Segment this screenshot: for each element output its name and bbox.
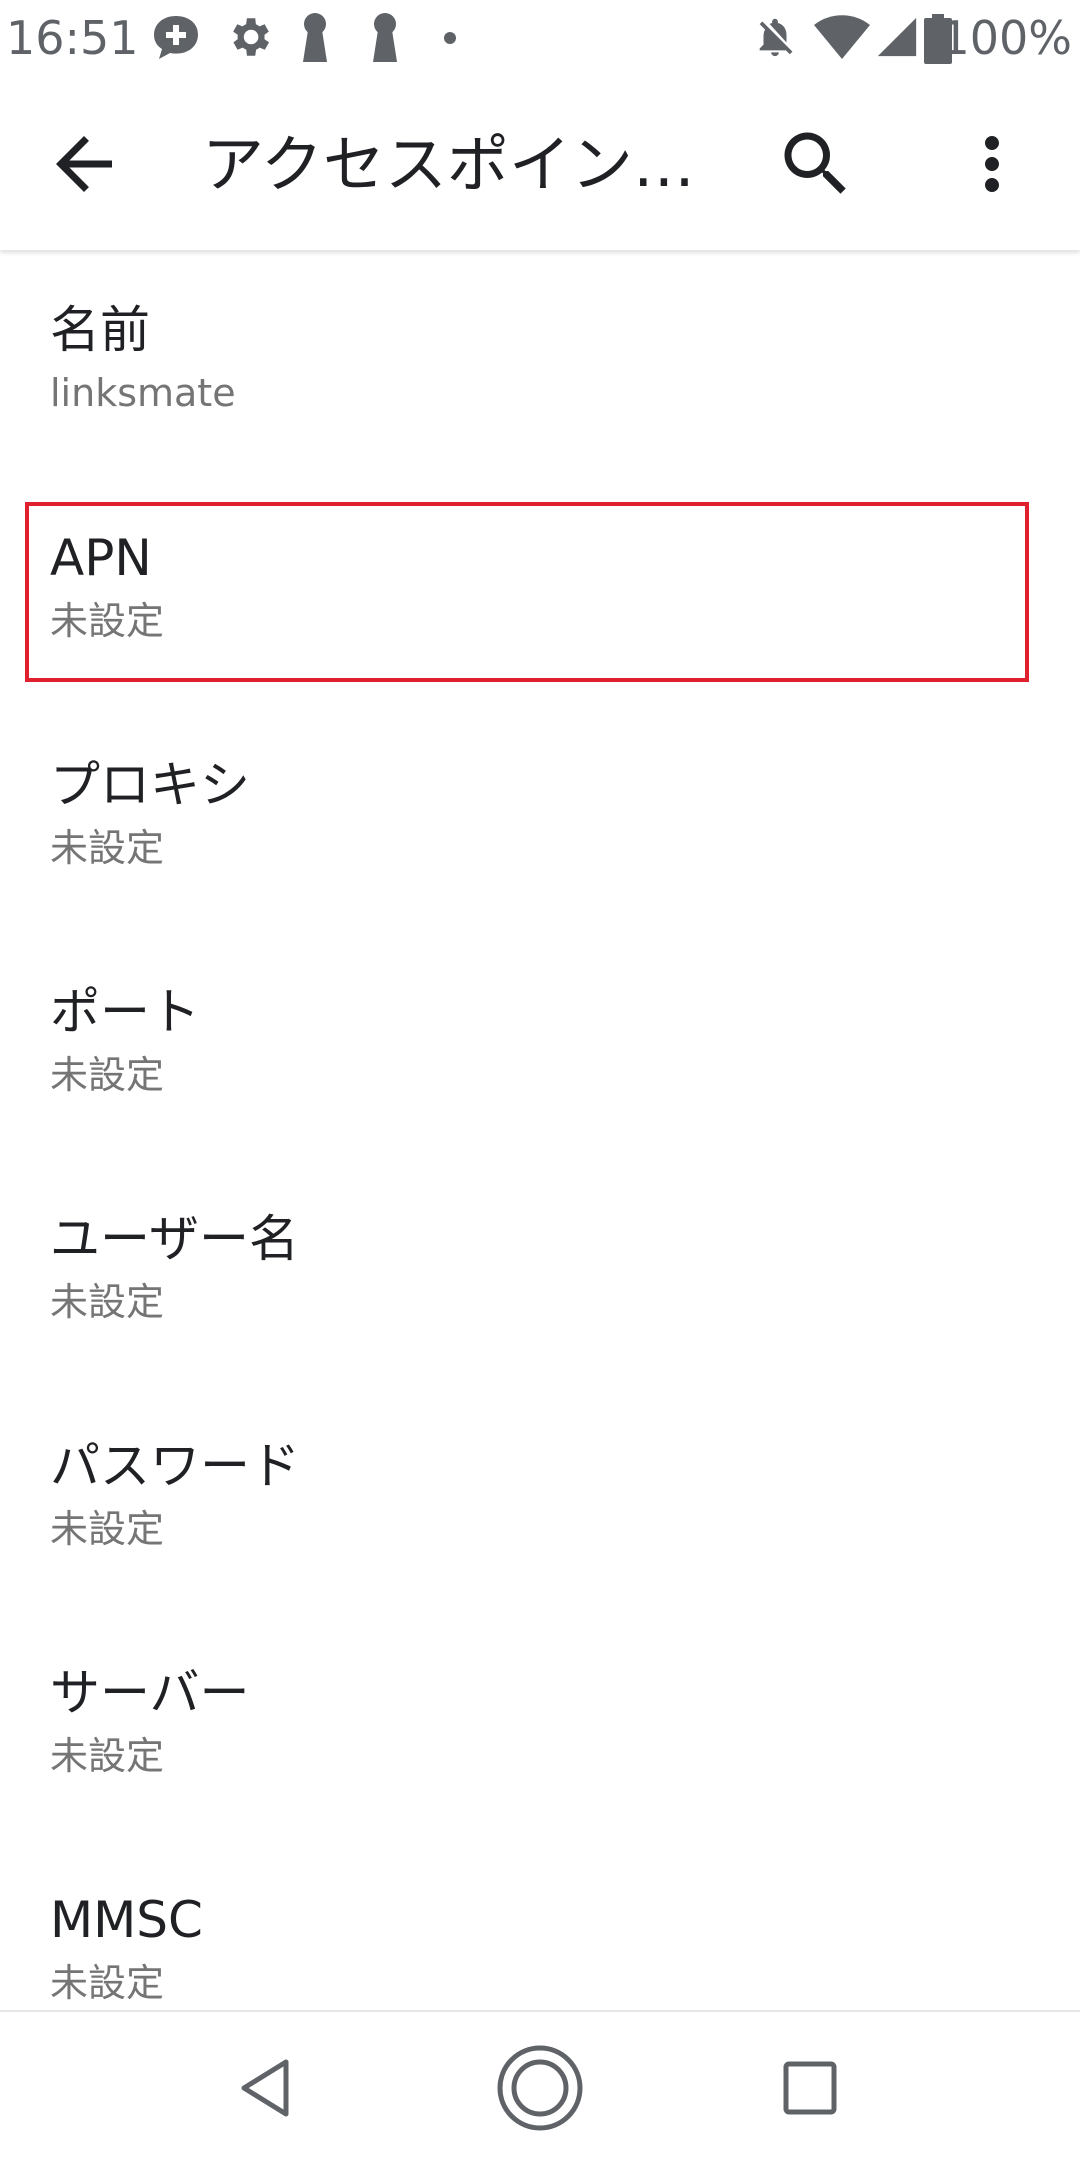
more-vert-icon [985,136,999,192]
gear-icon [233,18,269,56]
item-summary: 未設定 [50,1280,165,1324]
bell-off-icon [759,18,793,57]
item-summary: 未設定 [50,1507,165,1551]
search-button[interactable] [774,122,858,206]
list-item-name[interactable]: 名前 linksmate [0,250,1080,476]
status-right-icons: 100% [752,8,1072,68]
nav-recents-button[interactable] [762,2040,858,2136]
item-title: プロキシ [50,756,250,814]
item-title: サーバー [50,1664,250,1722]
status-time: 16:51 [6,11,139,65]
nav-recents-icon [783,2061,837,2115]
list-item-mmsc[interactable]: MMSC 未設定 [0,1840,1080,2010]
back-button[interactable] [42,122,126,206]
list-item-server[interactable]: サーバー 未設定 [0,1613,1080,1839]
item-title: 名前 [50,301,150,359]
wifi-icon [814,15,870,59]
item-title: パスワード [50,1437,300,1495]
apn-settings-list: 名前 linksmate APN 未設定 プロキシ 未設定 ポート 未設定 ユー… [0,250,1080,2010]
item-summary: 未設定 [50,1961,165,2005]
item-summary: 未設定 [50,1734,165,1778]
keyhole-icon [373,13,397,62]
item-title: APN [50,529,152,587]
page-title: アクセスポイン… [202,128,695,201]
list-item-apn[interactable]: APN 未設定 [0,478,1080,704]
item-summary: 未設定 [50,826,165,870]
app-bar: アクセスポイン… [0,76,1080,250]
item-summary: linksmate [50,371,236,415]
more-options-button[interactable] [950,122,1034,206]
battery-percentage: 100% [940,11,1072,65]
item-summary: 未設定 [50,599,165,643]
nav-back-button[interactable] [220,2040,316,2136]
navigation-bar [0,2010,1080,2160]
item-title: ユーザー名 [50,1210,299,1268]
item-title: ポート [50,983,200,1041]
keyhole-icon [303,13,327,62]
list-item-username[interactable]: ユーザー名 未設定 [0,1159,1080,1385]
search-icon [784,132,846,194]
status-bar: 16:51 100% [0,0,1080,76]
item-summary: 未設定 [50,1053,165,1097]
arrow-back-icon [56,136,112,192]
nav-home-icon [497,2045,583,2131]
chat-plus-icon [154,16,198,59]
dot-icon [444,32,456,44]
nav-back-icon [241,2059,289,2117]
nav-home-button[interactable] [492,2040,588,2136]
list-item-password[interactable]: パスワード 未設定 [0,1386,1080,1612]
list-item-port[interactable]: ポート 未設定 [0,932,1080,1158]
item-title: MMSC [50,1891,203,1949]
cellular-signal-icon [877,17,917,57]
list-item-proxy[interactable]: プロキシ 未設定 [0,705,1080,931]
